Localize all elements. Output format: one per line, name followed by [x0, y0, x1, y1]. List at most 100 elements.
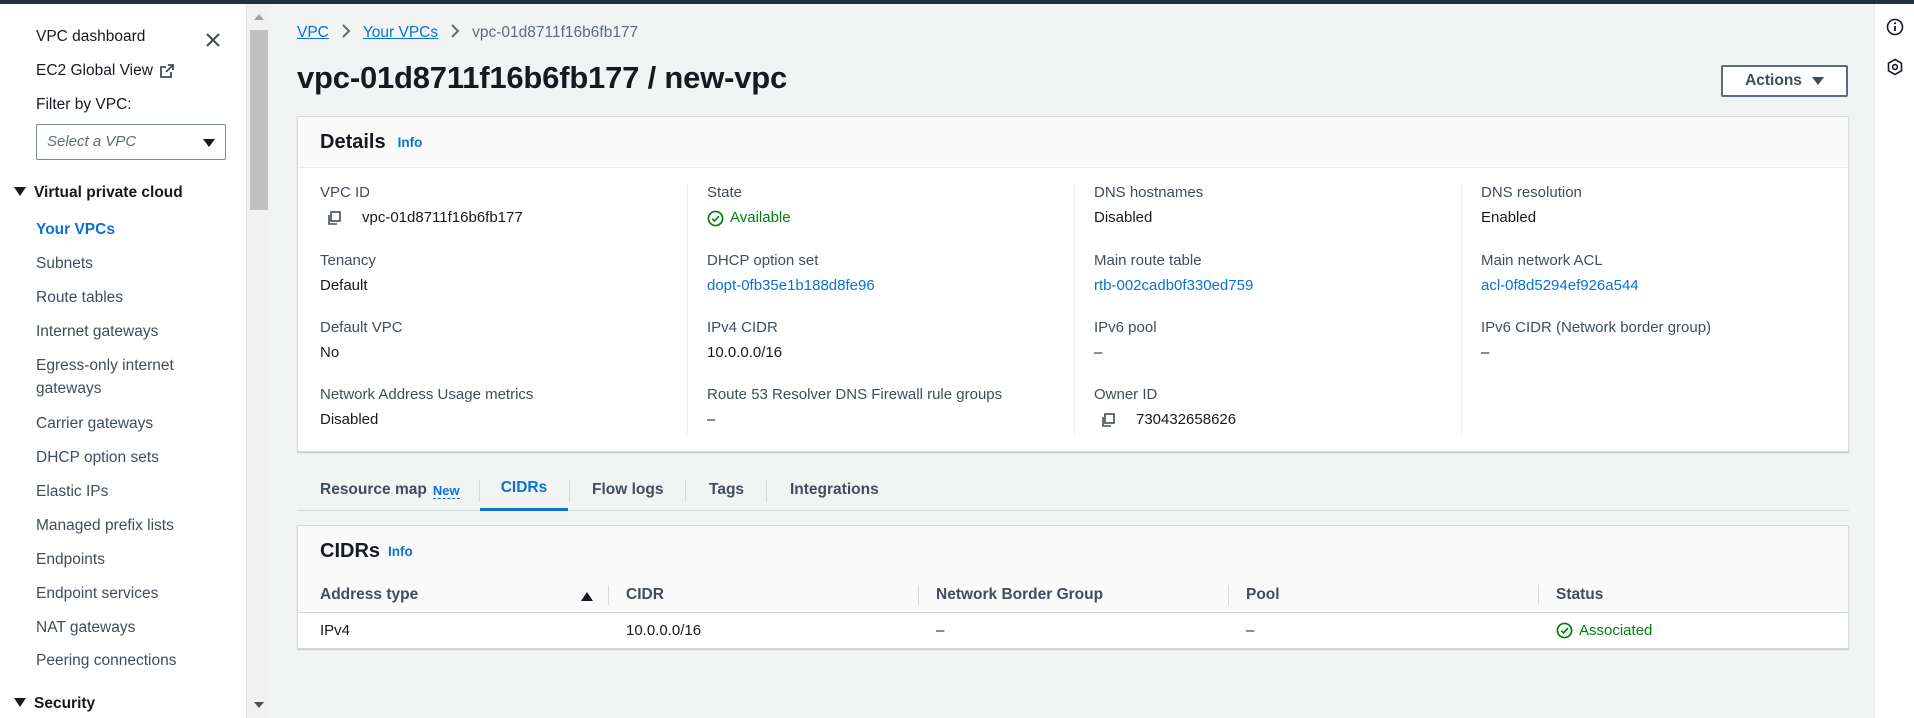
- sidebar-item-carrier-gateways[interactable]: Carrier gateways: [36, 412, 196, 435]
- vpc-id-value-row: vpc-01d8711f16b6fb177: [320, 208, 523, 228]
- sidebar-item-your-vpcs[interactable]: Your VPCs: [36, 218, 196, 241]
- cell-network-border-group: –: [936, 622, 945, 639]
- dhcp-option-set-link[interactable]: dopt-0fb35e1b188d8fe96: [707, 276, 875, 296]
- copy-icon[interactable]: [1100, 412, 1116, 428]
- breadcrumb: VPC Your VPCs vpc-01d8711f16b6fb177: [297, 24, 638, 42]
- filter-by-vpc-label: Filter by VPC:: [36, 96, 132, 113]
- main-network-acl-link[interactable]: acl-0f8d5294ef926a544: [1481, 276, 1639, 296]
- cidrs-title: CIDRs: [320, 540, 381, 562]
- sidebar-item-nat-gateways[interactable]: NAT gateways: [36, 616, 196, 639]
- ipv6-cidr-value: –: [1481, 344, 1490, 361]
- tab-tags[interactable]: Tags: [709, 468, 744, 511]
- breadcrumb-your-vpcs[interactable]: Your VPCs: [363, 24, 438, 42]
- vpc-id-label: VPC ID: [320, 184, 371, 201]
- column-divider[interactable]: [1228, 585, 1229, 605]
- ipv6-pool-field: IPv6 pool –: [1094, 318, 1157, 363]
- sidebar-item-endpoints[interactable]: Endpoints: [36, 548, 196, 571]
- column-header-pool[interactable]: Pool: [1246, 577, 1280, 613]
- copy-icon[interactable]: [326, 210, 342, 226]
- column-divider: [687, 183, 688, 435]
- sidebar-link-vpc-dashboard[interactable]: VPC dashboard: [36, 28, 145, 46]
- main-network-acl-label: Main network ACL: [1481, 252, 1603, 269]
- sidebar-section-label: Security: [34, 695, 96, 712]
- sidebar-section-security[interactable]: Security: [14, 695, 95, 713]
- sidebar-item-subnets[interactable]: Subnets: [36, 252, 196, 275]
- caret-down-icon: [14, 187, 26, 196]
- default-vpc-value: No: [320, 344, 340, 361]
- breadcrumb-current: vpc-01d8711f16b6fb177: [472, 24, 639, 41]
- caret-down-icon: [14, 698, 26, 707]
- dns-hostnames-field: DNS hostnames Disabled: [1094, 183, 1203, 228]
- ipv4-cidr-value: 10.0.0.0/16: [707, 344, 783, 361]
- main-route-table-link[interactable]: rtb-002cadb0f330ed759: [1094, 276, 1253, 296]
- route53-firewall-label: Route 53 Resolver DNS Firewall rule grou…: [707, 386, 1003, 403]
- ipv4-cidr-field: IPv4 CIDR 10.0.0.0/16: [707, 318, 782, 363]
- tab-divider: [766, 480, 767, 502]
- column-header-network-border-group[interactable]: Network Border Group: [936, 577, 1103, 613]
- owner-id-value-row: 730432658626: [1094, 410, 1236, 430]
- sidebar-item-dhcp-option-sets[interactable]: DHCP option sets: [36, 446, 196, 469]
- column-header-status[interactable]: Status: [1556, 577, 1603, 613]
- column-divider[interactable]: [1538, 585, 1539, 605]
- tab-resource-map[interactable]: Resource map New: [320, 468, 460, 511]
- tab-integrations[interactable]: Integrations: [790, 468, 879, 511]
- breadcrumb-vpc[interactable]: VPC: [297, 24, 329, 42]
- network-address-usage-field: Network Address Usage metrics Disabled: [320, 385, 533, 430]
- column-header-cidr[interactable]: CIDR: [626, 577, 664, 613]
- dhcp-option-set-label: DHCP option set: [707, 252, 819, 269]
- tab-divider: [569, 480, 570, 502]
- column-divider: [1074, 183, 1075, 435]
- sidebar: VPC dashboard EC2 Global View Filter by …: [0, 4, 246, 718]
- sidebar-item-peering-connections[interactable]: Peering connections: [36, 649, 196, 672]
- chevron-right-icon: [341, 24, 351, 42]
- ipv6-pool-label: IPv6 pool: [1094, 319, 1157, 336]
- state-value: Available: [730, 209, 791, 226]
- tab-cidrs[interactable]: CIDRs: [480, 468, 568, 511]
- external-link-icon: [159, 64, 174, 78]
- column-divider: [1461, 183, 1462, 435]
- owner-id-field: Owner ID 730432658626: [1094, 385, 1236, 430]
- state-label: State: [707, 184, 743, 201]
- scrollbar-thumb[interactable]: [250, 30, 268, 210]
- sidebar-item-internet-gateways[interactable]: Internet gateways: [36, 320, 196, 343]
- vpc-filter-placeholder: Select a VPC: [47, 133, 137, 150]
- cidrs-panel: CIDRs Info Address type CIDR Network Bor…: [297, 525, 1849, 649]
- sidebar-section-virtual-private-cloud[interactable]: Virtual private cloud: [14, 184, 183, 202]
- scroll-down-arrow-icon[interactable]: [254, 702, 264, 708]
- settings-hexagon-icon[interactable]: [1886, 58, 1904, 76]
- tab-flow-logs[interactable]: Flow logs: [592, 468, 663, 511]
- sidebar-item-elastic-ips[interactable]: Elastic IPs: [36, 480, 196, 503]
- sidebar-item-route-tables[interactable]: Route tables: [36, 286, 196, 309]
- column-divider[interactable]: [918, 585, 919, 605]
- table-header: Address type CIDR Network Border Group P…: [298, 577, 1848, 613]
- sidebar-item-managed-prefix-lists[interactable]: Managed prefix lists: [36, 514, 196, 537]
- new-badge: New: [432, 482, 460, 499]
- actions-button[interactable]: Actions: [1721, 65, 1848, 97]
- network-address-usage-value: Disabled: [320, 411, 379, 428]
- details-info-link[interactable]: Info: [398, 135, 423, 150]
- details-panel: Details Info VPC ID vpc-01d8711f16b6fb17…: [297, 116, 1849, 452]
- sort-ascending-icon[interactable]: [581, 592, 593, 601]
- column-divider[interactable]: [608, 585, 609, 605]
- sidebar-link-ec2-global-view[interactable]: EC2 Global View: [36, 62, 175, 80]
- sidebar-item-egress-only-internet-gateways[interactable]: Egress-only internet gateways: [36, 354, 196, 400]
- vpc-id-field: VPC ID vpc-01d8711f16b6fb177: [320, 183, 523, 228]
- cidrs-info-link[interactable]: Info: [388, 544, 413, 559]
- sidebar-item-endpoint-services[interactable]: Endpoint services: [36, 582, 196, 605]
- dhcp-option-set-field: DHCP option set dopt-0fb35e1b188d8fe96: [707, 251, 875, 296]
- state-value-row: Available: [707, 208, 791, 228]
- close-icon[interactable]: [203, 30, 223, 50]
- scroll-up-arrow-icon[interactable]: [254, 14, 264, 20]
- ipv6-cidr-label: IPv6 CIDR (Network border group): [1481, 319, 1712, 336]
- column-header-address-type[interactable]: Address type: [320, 577, 418, 613]
- sidebar-link-ec2-global-view-label: EC2 Global View: [36, 62, 153, 79]
- table-row: IPv4 10.0.0.0/16 – – Associated: [298, 613, 1848, 648]
- dns-resolution-field: DNS resolution Enabled: [1481, 183, 1582, 228]
- tenancy-label: Tenancy: [320, 252, 376, 269]
- info-circle-icon[interactable]: [1886, 18, 1904, 36]
- sidebar-scrollbar[interactable]: [246, 4, 270, 718]
- vpc-filter-select[interactable]: Select a VPC: [36, 124, 226, 160]
- owner-id-label: Owner ID: [1094, 386, 1158, 403]
- cell-address-type: IPv4: [320, 622, 351, 639]
- dns-hostnames-label: DNS hostnames: [1094, 184, 1204, 201]
